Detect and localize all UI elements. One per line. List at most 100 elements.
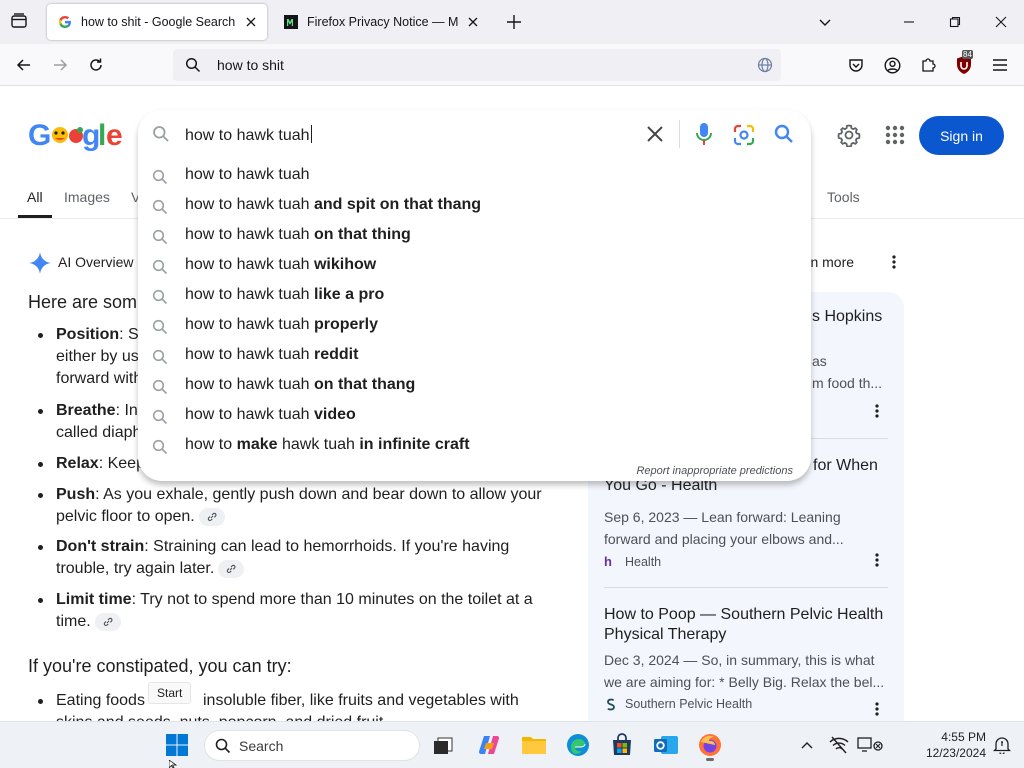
suggestion-item[interactable]: how to hawk tuah video <box>138 401 811 431</box>
microsoft-store-icon[interactable] <box>607 730 637 760</box>
notifications-bell-icon[interactable] <box>987 730 1017 760</box>
search-icon <box>185 57 201 73</box>
windows-taskbar: Search 4:55 PM 12/23/2024 <box>0 721 1024 768</box>
tab-images[interactable]: Images <box>64 189 110 205</box>
list-item: Position: S either by us forward with <box>37 324 142 390</box>
suggestion-item[interactable]: how to hawk tuah and spit on that thang <box>138 191 811 221</box>
copilot-icon[interactable] <box>474 730 504 760</box>
tab-tools[interactable]: Tools <box>827 189 860 205</box>
card-kebab-icon[interactable] <box>875 702 879 716</box>
search-icon <box>152 319 168 335</box>
address-bar[interactable]: how to shit <box>173 49 781 81</box>
tab-overview-icon[interactable] <box>10 12 28 30</box>
search-submit-icon[interactable] <box>774 124 794 144</box>
show-hidden-icons-chevron-up-icon[interactable] <box>792 730 822 760</box>
close-window-icon[interactable] <box>978 0 1024 44</box>
card-kebab-icon[interactable] <box>875 404 879 418</box>
new-tab-plus-icon[interactable] <box>506 14 522 30</box>
suggestion-item[interactable]: how to hawk tuah reddit <box>138 341 811 371</box>
microphone-icon[interactable] <box>694 122 714 146</box>
suggestion-item[interactable]: how to hawk tuah wikihow <box>138 251 811 281</box>
source-card[interactable]: How to Poop — Southern Pelvic Health Phy… <box>604 605 888 711</box>
forward-arrow-icon[interactable] <box>47 52 73 78</box>
tab-google-search[interactable]: how to shit - Google Search <box>47 4 267 40</box>
more-options-kebab-icon[interactable] <box>892 255 896 269</box>
list-tabs-chevron-down-icon[interactable] <box>818 15 832 29</box>
source-card[interactable]: s Hopkins <box>812 307 892 327</box>
ublock-shield-icon[interactable]: 84 <box>951 50 977 78</box>
reload-icon[interactable] <box>83 52 109 78</box>
close-tab-icon[interactable] <box>465 14 481 30</box>
list-item: Don't strain: Straining can lead to hemo… <box>38 536 556 580</box>
google-lens-camera-icon[interactable] <box>733 124 755 146</box>
translate-globe-icon[interactable] <box>757 57 773 73</box>
suggestion-item[interactable]: how to make hawk tuah in infinite craft <box>138 431 811 461</box>
start-windows-logo-icon[interactable] <box>162 730 192 760</box>
tab-all[interactable]: All <box>27 189 43 205</box>
minimize-icon[interactable] <box>886 0 932 44</box>
report-predictions-link[interactable]: Report inappropriate predictions <box>636 465 793 477</box>
search-icon <box>152 439 168 455</box>
search-icon <box>152 289 168 305</box>
clear-x-icon[interactable] <box>646 125 664 143</box>
source-link-icon[interactable] <box>218 559 245 578</box>
firefox-icon[interactable] <box>695 730 725 761</box>
search-icon <box>152 199 168 215</box>
start-tooltip: Start <box>148 682 192 704</box>
close-tab-icon[interactable] <box>243 14 259 30</box>
source-link-icon[interactable] <box>94 612 121 631</box>
svg-text:e: e <box>106 119 122 152</box>
pocket-icon[interactable] <box>843 52 869 78</box>
mozilla-m-icon <box>284 15 298 29</box>
suggestion-text: how to hawk tuah properly <box>185 316 378 333</box>
card-kebab-icon[interactable] <box>875 553 879 567</box>
file-explorer-folder-icon[interactable] <box>519 730 549 760</box>
list-item: Limit time: Try not to spend more than 1… <box>38 589 556 633</box>
suggestion-item[interactable]: how to hawk tuah like a pro <box>138 281 811 311</box>
search-icon <box>152 229 168 245</box>
list-item: Relax: Keep <box>38 453 145 475</box>
google-doodle-logo[interactable]: G g l e <box>28 118 122 152</box>
hamburger-menu-icon[interactable] <box>987 52 1013 78</box>
mouse-cursor-icon <box>169 760 177 768</box>
suggestion-text: how to hawk tuah wikihow <box>185 256 377 273</box>
back-arrow-icon[interactable] <box>11 52 37 78</box>
extension-badge: 84 <box>962 50 973 59</box>
tab-bar: how to shit - Google Search Firefox Priv… <box>0 0 1024 44</box>
search-icon <box>152 379 168 395</box>
search-autocomplete: how to hawk tuah how to hawk tuah how to … <box>138 110 811 481</box>
source-card-snippet: as m food th... <box>812 353 883 391</box>
source-link-icon[interactable] <box>198 507 225 526</box>
tab-firefox-privacy[interactable]: Firefox Privacy Notice — Mozill <box>273 4 489 40</box>
network-no-internet-icon[interactable] <box>824 730 854 760</box>
search-input[interactable]: how to hawk tuah <box>185 125 312 145</box>
task-view-icon[interactable] <box>428 730 458 760</box>
clock-date: 12/23/2024 <box>925 746 986 760</box>
google-apps-grid-icon[interactable] <box>885 125 905 145</box>
address-text: how to shit <box>217 57 284 73</box>
suggestion-text: how to hawk tuah <box>185 166 310 183</box>
clock-time: 4:55 PM <box>941 730 986 744</box>
extensions-puzzle-icon[interactable] <box>915 52 941 78</box>
suggestion-item[interactable]: how to hawk tuah <box>138 161 811 191</box>
taskbar-search-box[interactable]: Search <box>204 730 420 761</box>
system-clock[interactable]: 4:55 PM 12/23/2024 <box>912 729 986 761</box>
settings-gear-icon[interactable] <box>837 123 861 147</box>
account-icon[interactable] <box>879 52 905 78</box>
navigation-toolbar: how to shit 84 <box>0 44 1024 86</box>
divider <box>679 120 680 148</box>
divider <box>604 587 888 588</box>
suggestion-item[interactable]: how to hawk tuah properly <box>138 311 811 341</box>
screen: how to shit - Google Search Firefox Priv… <box>0 0 1024 768</box>
outlook-icon[interactable] <box>651 730 681 760</box>
suggestion-item[interactable]: how to hawk tuah on that thang <box>138 371 811 401</box>
sign-in-button[interactable]: Sign in <box>919 116 1004 155</box>
display-sound-status-icon[interactable] <box>856 730 886 760</box>
restore-icon[interactable] <box>932 0 978 44</box>
active-tab-indicator <box>18 215 52 218</box>
suggestion-item[interactable]: how to hawk tuah on that thing <box>138 221 811 251</box>
tab-label: how to shit - Google Search <box>81 15 236 29</box>
edge-browser-icon[interactable] <box>563 730 593 760</box>
list-item: Push: As you exhale, gently push down an… <box>38 484 556 528</box>
card-source-name: Health <box>625 554 662 569</box>
